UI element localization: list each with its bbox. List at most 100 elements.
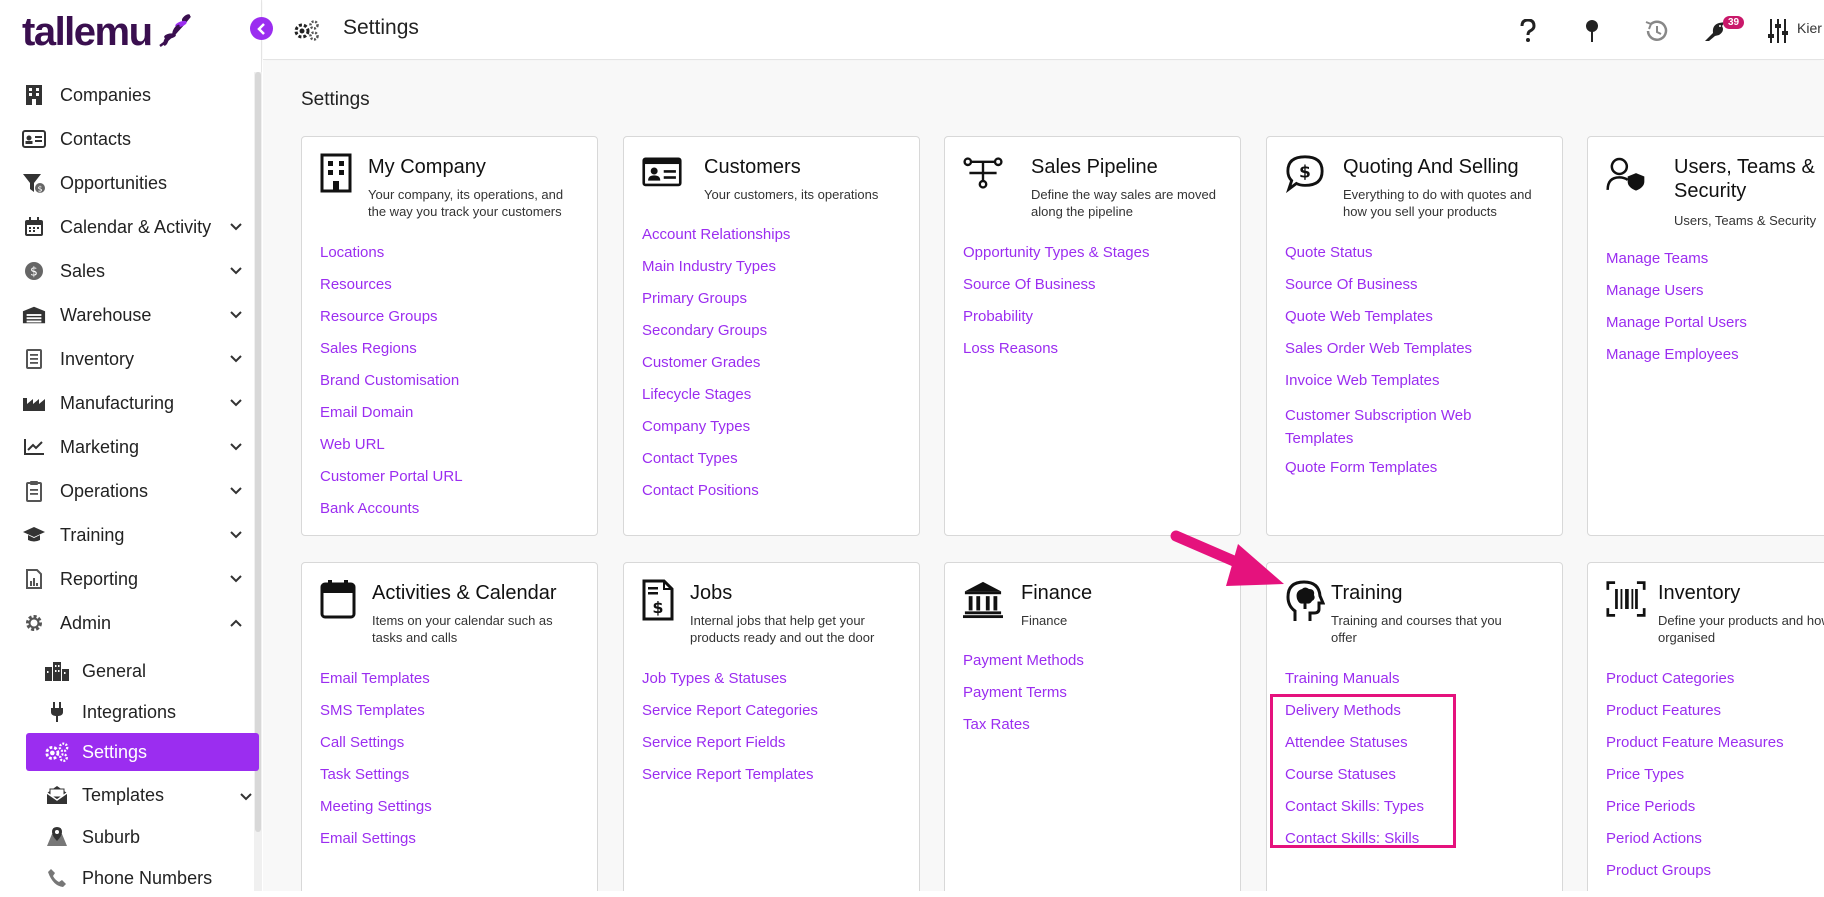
settings-link[interactable]: Manage Employees [1606,346,1747,364]
settings-link[interactable]: Period Actions [1606,830,1784,848]
settings-link[interactable]: Payment Methods [963,652,1084,670]
settings-link[interactable]: Customer Portal URL [320,468,463,486]
sidebar-item-admin[interactable]: Admin [22,603,244,643]
chevron-down-icon [228,395,244,411]
sidebar-item-opportunities[interactable]: $ Opportunities [22,163,244,203]
svg-text:$: $ [30,265,38,279]
sidebar-item-reporting[interactable]: Reporting [22,559,244,599]
settings-link[interactable]: Sales Order Web Templates [1285,340,1505,358]
settings-link[interactable]: Job Types & Statuses [642,670,818,688]
sidebar-item-marketing[interactable]: Marketing [22,427,244,467]
history-icon[interactable] [1641,16,1671,46]
envelope-open-icon [44,783,70,807]
settings-link[interactable]: Locations [320,244,463,262]
settings-link[interactable]: Resource Groups [320,308,463,326]
settings-link[interactable]: Email Domain [320,404,463,422]
settings-link[interactable]: Payment Terms [963,684,1084,702]
card-description: Your customers, its operations [704,187,879,202]
settings-link[interactable]: Price Types [1606,766,1784,784]
sidebar-subitem-templates[interactable]: Templates [44,776,256,814]
settings-link[interactable]: Email Settings [320,830,432,848]
settings-link[interactable]: Contact Types [642,450,790,468]
settings-link[interactable]: Primary Groups [642,290,790,308]
settings-link[interactable]: Product Groups [1606,862,1784,880]
gear-icon [22,611,46,635]
sliders-icon[interactable] [1763,16,1793,46]
settings-link[interactable]: Probability [963,308,1150,326]
app-logo[interactable]: tallemu [22,8,196,56]
settings-link[interactable]: Brand Customisation [320,372,463,390]
settings-link[interactable]: Lifecycle Stages [642,386,790,404]
settings-link[interactable]: Loss Reasons [963,340,1150,358]
sidebar-item-training[interactable]: Training [22,515,244,555]
card-links: Email Templates SMS Templates Call Setti… [320,670,432,862]
settings-link[interactable]: Manage Portal Users [1606,314,1747,332]
settings-link[interactable]: Main Industry Types [642,258,790,276]
sidebar-subitem-suburb[interactable]: Suburb [44,818,256,856]
collapse-sidebar-button[interactable] [250,17,273,40]
sidebar-subitem-label: General [82,660,147,681]
settings-link[interactable]: Call Settings [320,734,432,752]
settings-link[interactable]: Source Of Business [1285,276,1505,294]
settings-link[interactable]: Opportunity Types & Stages [963,244,1150,262]
settings-link[interactable]: Web URL [320,436,463,454]
settings-link[interactable]: Service Report Templates [642,766,818,784]
sidebar-item-warehouse[interactable]: Warehouse [22,295,244,335]
settings-link[interactable]: Tax Rates [963,716,1084,734]
settings-link[interactable]: Account Relationships [642,226,790,244]
settings-link[interactable]: Quote Form Templates [1285,459,1505,477]
settings-link[interactable]: Contact Positions [642,482,790,500]
settings-link[interactable]: Product Categories [1606,670,1784,688]
sidebar-subitem-general[interactable]: General [44,652,256,690]
user-shield-icon [1606,153,1646,197]
sidebar-item-operations[interactable]: Operations [22,471,244,511]
settings-link[interactable]: Email Templates [320,670,432,688]
settings-link[interactable]: SMS Templates [320,702,432,720]
settings-link[interactable]: Invoice Web Templates [1285,372,1505,390]
sidebar-subitem-integrations[interactable]: Integrations [44,693,256,731]
settings-link[interactable]: Customer Grades [642,354,790,372]
card-description: Internal jobs that help get your product… [690,613,875,645]
settings-link[interactable]: Price Periods [1606,798,1784,816]
sidebar-item-calendar-activity[interactable]: Calendar & Activity [22,207,244,247]
settings-link[interactable]: Manage Users [1606,282,1747,300]
sidebar-item-label: Contacts [60,128,132,149]
sidebar-item-companies[interactable]: Companies [22,75,244,115]
sidebar-subitem-label: Phone Numbers [82,867,213,888]
pin-icon[interactable] [1577,16,1607,46]
settings-link[interactable]: Company Types [642,418,790,436]
settings-link[interactable]: Bank Accounts [320,500,463,518]
help-icon[interactable] [1513,16,1543,46]
card-title: My Company [368,156,486,178]
settings-link[interactable]: Customer Subscription Web Templates [1285,404,1505,450]
settings-link[interactable]: Quote Status [1285,244,1505,262]
settings-link[interactable]: Training Manuals [1285,670,1424,688]
card-sales-pipeline: Sales Pipeline Define the way sales are … [944,136,1241,536]
sidebar-item-manufacturing[interactable]: Manufacturing [22,383,244,423]
settings-link[interactable]: Manage Teams [1606,250,1747,268]
sidebar-item-label: Admin [60,612,112,633]
settings-link[interactable]: Resources [320,276,463,294]
settings-link[interactable]: Secondary Groups [642,322,790,340]
settings-link[interactable]: Product Features [1606,702,1784,720]
user-name[interactable]: Kier [1797,20,1822,36]
settings-link[interactable]: Product Feature Measures [1606,734,1784,752]
sidebar-item-label: Companies [60,84,152,105]
sidebar-subitem-phone-numbers[interactable]: Phone Numbers [44,859,256,897]
settings-link[interactable]: Service Report Categories [642,702,818,720]
settings-link[interactable]: Service Report Fields [642,734,818,752]
settings-link[interactable]: Quote Web Templates [1285,308,1505,326]
sidebar-subitem-settings[interactable]: Settings [26,733,259,771]
settings-link[interactable]: Meeting Settings [320,798,432,816]
sidebar-subitem-label: Suburb [82,826,141,847]
settings-link[interactable]: Sales Regions [320,340,463,358]
sidebar-item-contacts[interactable]: Contacts [22,119,244,159]
sidebar-item-inventory[interactable]: Inventory [22,339,244,379]
settings-link[interactable]: Source Of Business [963,276,1150,294]
sidebar-item-label: Opportunities [60,172,168,193]
settings-link[interactable]: Task Settings [320,766,432,784]
card-customers: Customers Your customers, its operations… [623,136,920,536]
sidebar-item-sales[interactable]: $ Sales [22,251,244,291]
invoice-dollar-icon: $ [642,579,682,623]
card-finance: Finance Finance Payment Methods Payment … [944,562,1241,891]
